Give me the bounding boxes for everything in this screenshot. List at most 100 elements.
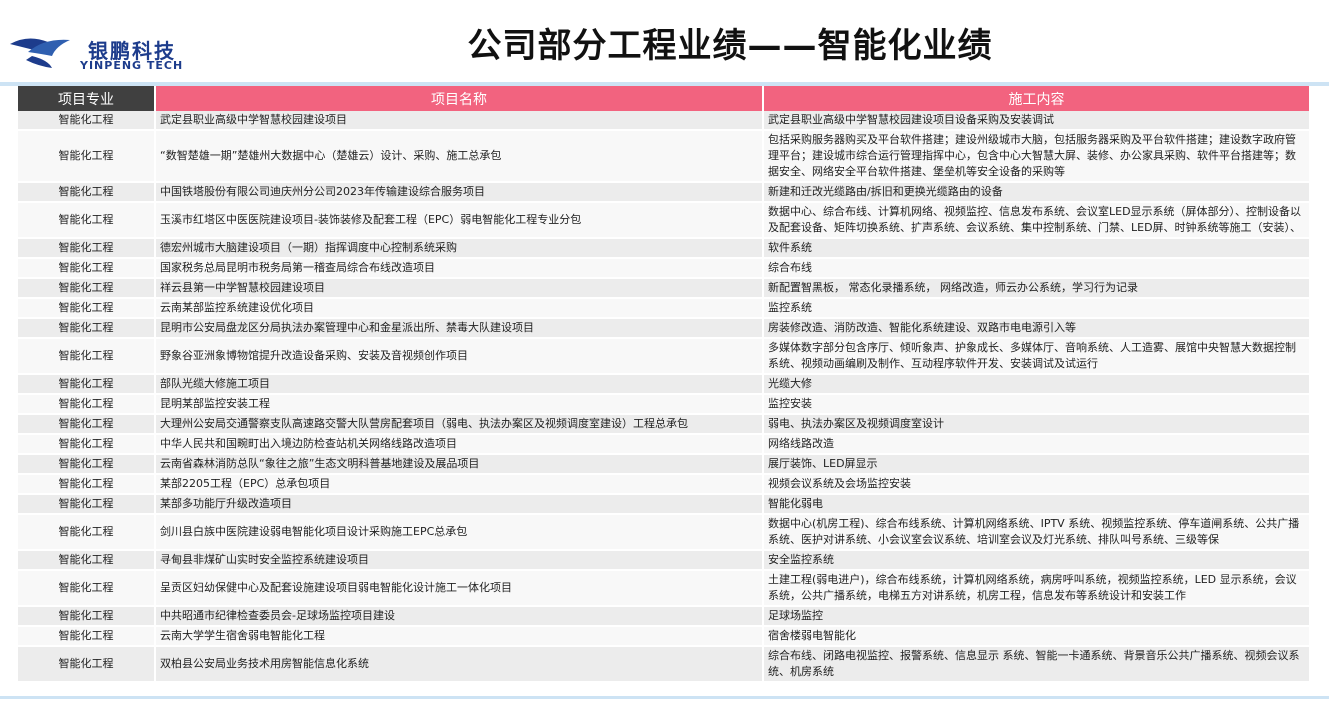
cell-project-name: 国家税务总局昆明市税务局第一稽查局综合布线改造项目 xyxy=(155,258,764,279)
cell-specialty: 智能化工程 xyxy=(18,338,156,375)
cell-project-name: “数智楚雄一期”楚雄州大数据中心（楚雄云）设计、采购、施工总承包 xyxy=(155,130,764,183)
cell-specialty: 智能化工程 xyxy=(18,570,156,607)
cell-specialty: 智能化工程 xyxy=(18,474,156,495)
cell-project-name: 德宏州城市大脑建设项目（一期）指挥调度中心控制系统采购 xyxy=(155,238,764,259)
cell-project-name: 野象谷亚洲象博物馆提升改造设备采购、安装及音视频创作项目 xyxy=(155,338,764,375)
column-header-specialty: 项目专业 xyxy=(18,86,156,111)
cell-content: 安全监控系统 xyxy=(763,550,1311,571)
cell-content: 新配置智黑板， 常态化录播系统， 网络改造，师云办公系统，学习行为记录 xyxy=(763,278,1311,299)
cell-specialty: 智能化工程 xyxy=(18,374,156,395)
cell-project-name: 昆明某部监控安装工程 xyxy=(155,394,764,415)
column-header-project-name: 项目名称 xyxy=(155,86,764,111)
cell-specialty: 智能化工程 xyxy=(18,278,156,299)
cell-content: 房装修改造、消防改造、智能化系统建设、双路市电电源引入等 xyxy=(763,318,1311,339)
table-row: 智能化工程 双柏县公安局业务技术用房智能信息化系统 综合布线、闭路电视监控、报警系统… xyxy=(18,646,1311,683)
cell-content: 网络线路改造 xyxy=(763,434,1311,455)
table-row: 智能化工程 寻甸县非煤矿山实时安全监控系统建设项目 安全监控系统 xyxy=(18,550,1311,571)
footer-divider xyxy=(0,696,1329,699)
cell-specialty: 智能化工程 xyxy=(18,182,156,203)
table-row: 智能化工程 “数智楚雄一期”楚雄州大数据中心（楚雄云）设计、采购、施工总承包 包括采… xyxy=(18,130,1311,183)
cell-project-name: 云南省森林消防总队“象往之旅”生态文明科普基地建设及展品项目 xyxy=(155,454,764,475)
cell-content: 土建工程(弱电进户)，综合布线系统，计算机网络系统，病房呼叫系统，视频监控系统，… xyxy=(763,570,1311,607)
cell-project-name: 剑川县白族中医院建设弱电智能化项目设计采购施工EPC总承包 xyxy=(155,514,764,551)
cell-specialty: 智能化工程 xyxy=(18,646,156,683)
cell-content: 新建和迁改光缆路由/拆旧和更换光缆路由的设备 xyxy=(763,182,1311,203)
cell-project-name: 双柏县公安局业务技术用房智能信息化系统 xyxy=(155,646,764,683)
table-row: 智能化工程 大理州公安局交通警察支队高速路交警大队营房配套项目（弱电、执法办案区及… xyxy=(18,414,1311,435)
cell-specialty: 智能化工程 xyxy=(18,298,156,319)
table-body: 智能化工程 武定县职业高级中学智慧校园建设项目 武定县职业高级中学智慧校园建设项目设… xyxy=(18,111,1311,683)
company-logo: 银鹏科技 YINPENG TECH xyxy=(8,28,198,74)
cell-content: 弱电、执法办案区及视频调度室设计 xyxy=(763,414,1311,435)
cell-project-name: 部队光缆大修施工项目 xyxy=(155,374,764,395)
table-row: 智能化工程 国家税务总局昆明市税务局第一稽查局综合布线改造项目 综合布线 xyxy=(18,258,1311,279)
table-row: 智能化工程 剑川县白族中医院建设弱电智能化项目设计采购施工EPC总承包 数据中心(机… xyxy=(18,514,1311,551)
project-table: 项目专业 项目名称 施工内容 智能化工程 武定县职业高级中学智慧校园建设项目 武定县… xyxy=(18,86,1311,683)
cell-content: 数据中心、综合布线、计算机网络、视频监控、信息发布系统、会议室LED显示系统（屏… xyxy=(763,202,1311,239)
eagle-logo-icon xyxy=(10,38,70,68)
cell-specialty: 智能化工程 xyxy=(18,238,156,259)
table-header-row: 项目专业 项目名称 施工内容 xyxy=(18,86,1311,111)
table-row: 智能化工程 中共昭通市纪律检查委员会-足球场监控项目建设 足球场监控 xyxy=(18,606,1311,627)
cell-specialty: 智能化工程 xyxy=(18,514,156,551)
cell-specialty: 智能化工程 xyxy=(18,550,156,571)
cell-specialty: 智能化工程 xyxy=(18,130,156,183)
cell-project-name: 某部多功能厅升级改造项目 xyxy=(155,494,764,515)
cell-content: 多媒体数字部分包含序厅、倾听象声、护象成长、多媒体厅、音响系统、人工造雾、展馆中… xyxy=(763,338,1311,375)
cell-content: 光缆大修 xyxy=(763,374,1311,395)
cell-project-name: 中国铁塔股份有限公司迪庆州分公司2023年传输建设综合服务项目 xyxy=(155,182,764,203)
cell-content: 数据中心(机房工程)、综合布线系统、计算机网络系统、IPTV 系统、视频监控系统… xyxy=(763,514,1311,551)
cell-content: 监控安装 xyxy=(763,394,1311,415)
cell-project-name: 中华人民共和国畹町出入境边防检查站机关网络线路改造项目 xyxy=(155,434,764,455)
company-name-en: YINPENG TECH xyxy=(80,59,184,72)
cell-specialty: 智能化工程 xyxy=(18,434,156,455)
cell-specialty: 智能化工程 xyxy=(18,454,156,475)
table-row: 智能化工程 部队光缆大修施工项目 光缆大修 xyxy=(18,374,1311,395)
cell-project-name: 大理州公安局交通警察支队高速路交警大队营房配套项目（弱电、执法办案区及视频调度室… xyxy=(155,414,764,435)
cell-content: 宿舍楼弱电智能化 xyxy=(763,626,1311,647)
table-row: 智能化工程 德宏州城市大脑建设项目（一期）指挥调度中心控制系统采购 软件系统 xyxy=(18,238,1311,259)
table-row: 智能化工程 某部多功能厅升级改造项目 智能化弱电 xyxy=(18,494,1311,515)
cell-content: 展厅装饰、LED屏显示 xyxy=(763,454,1311,475)
table-row: 智能化工程 玉溪市红塔区中医医院建设项目-装饰装修及配套工程（EPC）弱电智能化工… xyxy=(18,202,1311,239)
table-row: 智能化工程 祥云县第一中学智慧校园建设项目 新配置智黑板， 常态化录播系统， 网络改… xyxy=(18,278,1311,299)
cell-specialty: 智能化工程 xyxy=(18,494,156,515)
cell-specialty: 智能化工程 xyxy=(18,606,156,627)
cell-project-name: 云南某部监控系统建设优化项目 xyxy=(155,298,764,319)
cell-content: 软件系统 xyxy=(763,238,1311,259)
cell-content: 综合布线 xyxy=(763,258,1311,279)
cell-specialty: 智能化工程 xyxy=(18,258,156,279)
page-title: 公司部分工程业绩——智能化业绩 xyxy=(467,26,993,66)
table-row: 智能化工程 武定县职业高级中学智慧校园建设项目 武定县职业高级中学智慧校园建设项目设… xyxy=(18,111,1311,131)
cell-specialty: 智能化工程 xyxy=(18,394,156,415)
table-row: 智能化工程 野象谷亚洲象博物馆提升改造设备采购、安装及音视频创作项目 多媒体数字部分… xyxy=(18,338,1311,375)
cell-project-name: 祥云县第一中学智慧校园建设项目 xyxy=(155,278,764,299)
cell-content: 足球场监控 xyxy=(763,606,1311,627)
cell-specialty: 智能化工程 xyxy=(18,318,156,339)
table-row: 智能化工程 昆明某部监控安装工程 监控安装 xyxy=(18,394,1311,415)
cell-content: 综合布线、闭路电视监控、报警系统、信息显示 系统、智能一卡通系统、背景音乐公共广… xyxy=(763,646,1311,683)
cell-project-name: 呈贡区妇幼保健中心及配套设施建设项目弱电智能化设计施工一体化项目 xyxy=(155,570,764,607)
cell-project-name: 昆明市公安局盘龙区分局执法办案管理中心和金星派出所、禁毒大队建设项目 xyxy=(155,318,764,339)
table-row: 智能化工程 呈贡区妇幼保健中心及配套设施建设项目弱电智能化设计施工一体化项目 土建工… xyxy=(18,570,1311,607)
cell-project-name: 中共昭通市纪律检查委员会-足球场监控项目建设 xyxy=(155,606,764,627)
cell-content: 智能化弱电 xyxy=(763,494,1311,515)
cell-project-name: 武定县职业高级中学智慧校园建设项目 xyxy=(155,111,764,131)
cell-content: 视频会议系统及会场监控安装 xyxy=(763,474,1311,495)
table-row: 智能化工程 昆明市公安局盘龙区分局执法办案管理中心和金星派出所、禁毒大队建设项目房… xyxy=(18,318,1311,339)
cell-project-name: 寻甸县非煤矿山实时安全监控系统建设项目 xyxy=(155,550,764,571)
column-header-content: 施工内容 xyxy=(763,86,1311,111)
table-row: 智能化工程 中华人民共和国畹町出入境边防检查站机关网络线路改造项目 网络线路改造 xyxy=(18,434,1311,455)
cell-project-name: 云南大学学生宿舍弱电智能化工程 xyxy=(155,626,764,647)
cell-content: 武定县职业高级中学智慧校园建设项目设备采购及安装调试 xyxy=(763,111,1311,131)
cell-project-name: 玉溪市红塔区中医医院建设项目-装饰装修及配套工程（EPC）弱电智能化工程专业分包 xyxy=(155,202,764,239)
cell-specialty: 智能化工程 xyxy=(18,111,156,131)
table-row: 智能化工程 某部2205工程（EPC）总承包项目 视频会议系统及会场监控安装 xyxy=(18,474,1311,495)
cell-content: 监控系统 xyxy=(763,298,1311,319)
table-row: 智能化工程 云南省森林消防总队“象往之旅”生态文明科普基地建设及展品项目 展厅装饰、… xyxy=(18,454,1311,475)
cell-specialty: 智能化工程 xyxy=(18,202,156,239)
cell-project-name: 某部2205工程（EPC）总承包项目 xyxy=(155,474,764,495)
cell-specialty: 智能化工程 xyxy=(18,626,156,647)
table-row: 智能化工程 中国铁塔股份有限公司迪庆州分公司2023年传输建设综合服务项目 新建和迁… xyxy=(18,182,1311,203)
table-row: 智能化工程 云南某部监控系统建设优化项目 监控系统 xyxy=(18,298,1311,319)
